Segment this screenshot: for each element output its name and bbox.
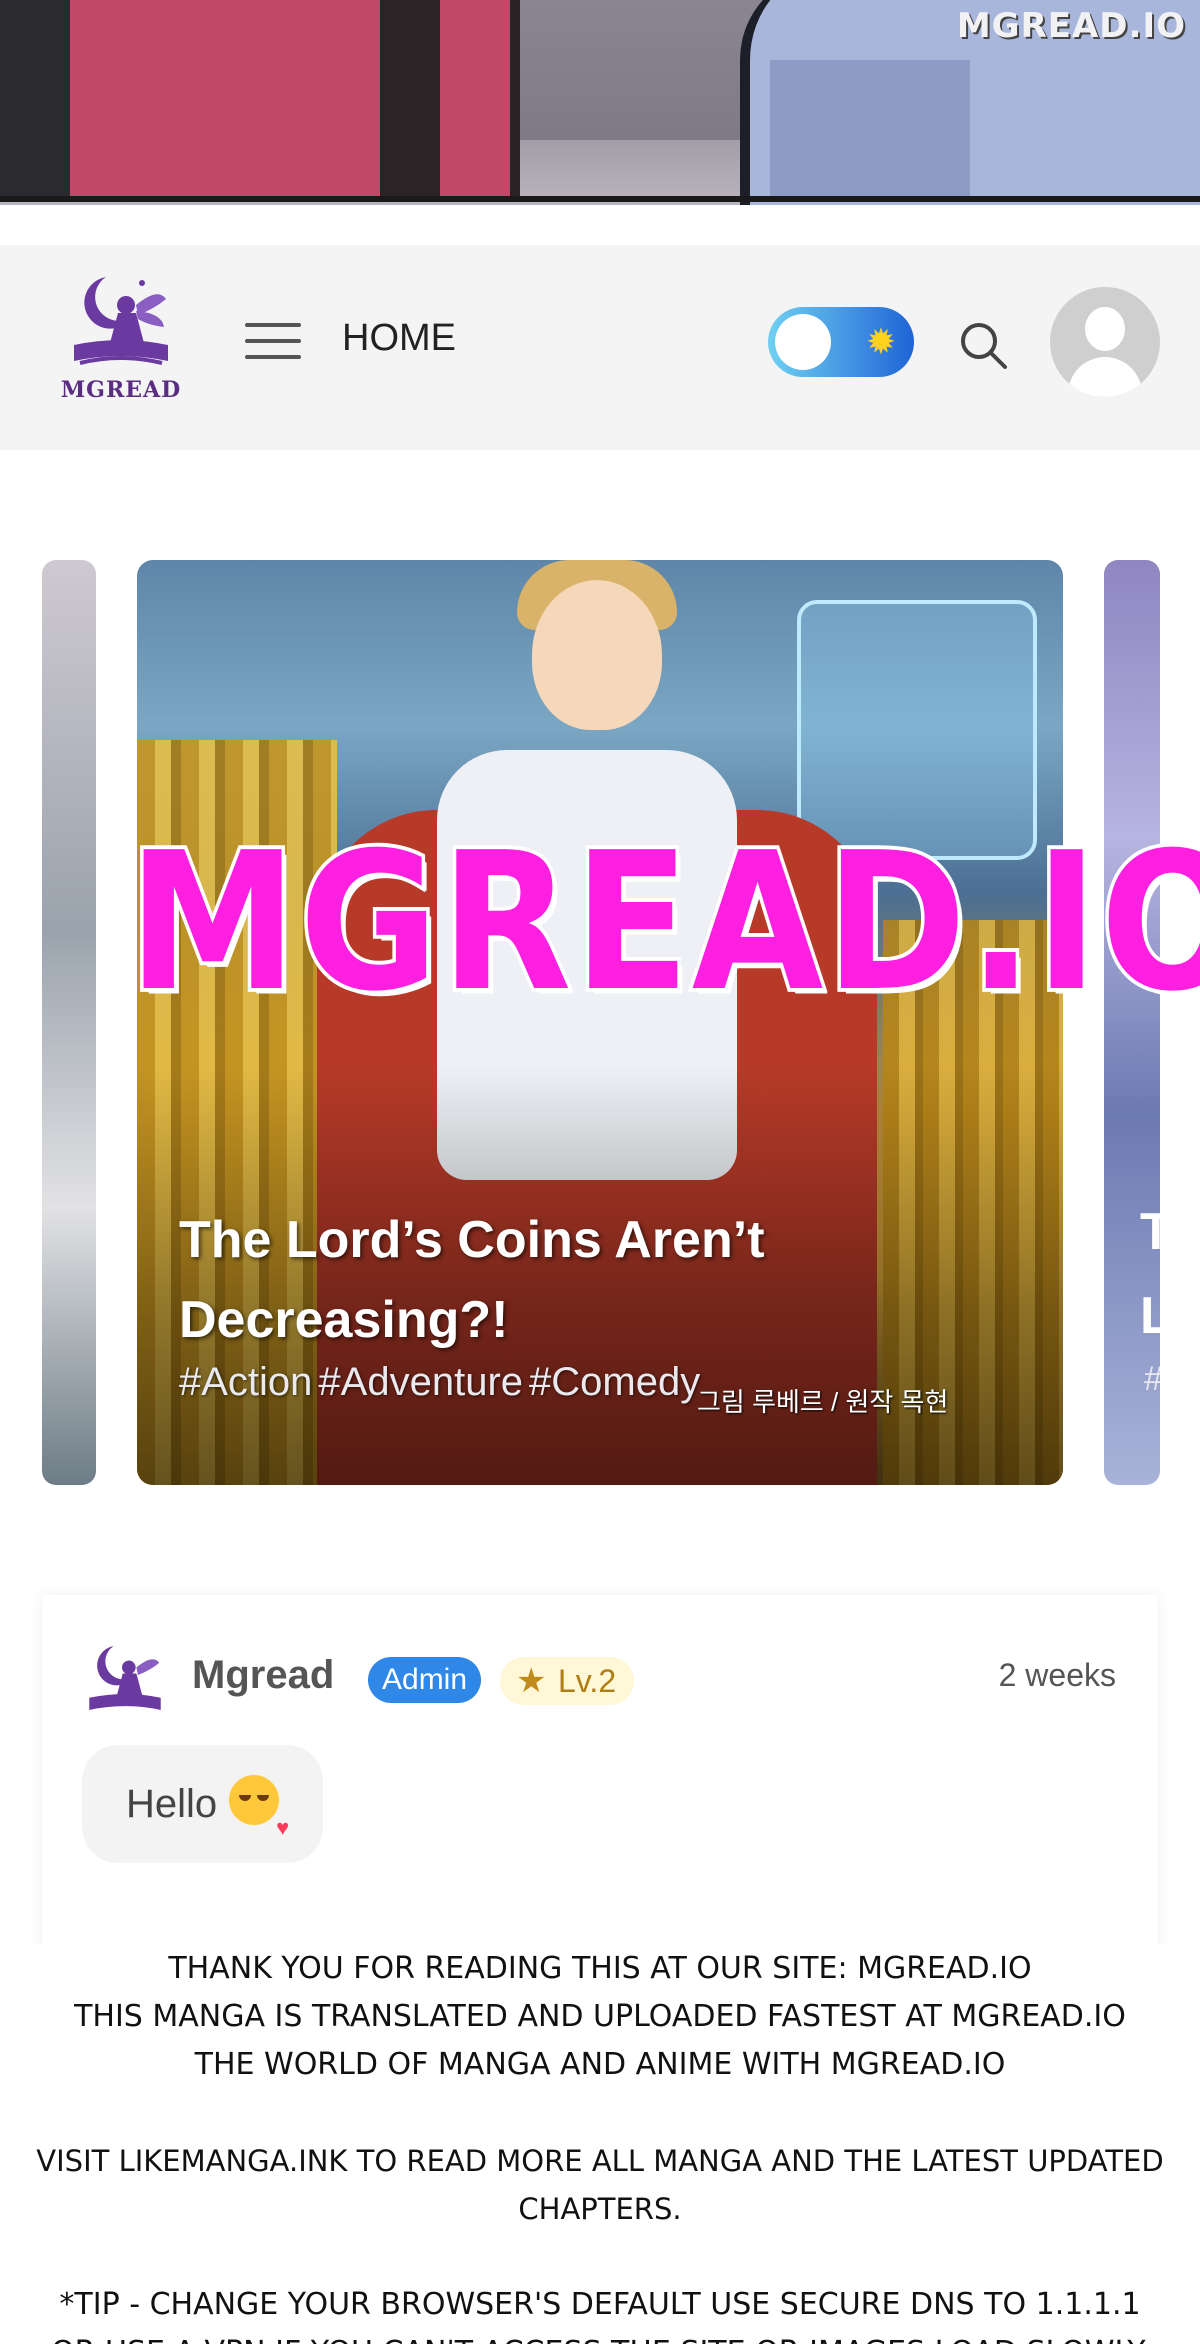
carousel-prev-card[interactable] — [42, 560, 96, 1485]
next-card-title-fragment: T L — [1140, 1203, 1160, 1345]
search-icon[interactable] — [955, 317, 1011, 373]
scanlation-notice: Thank you for reading this at our site: … — [0, 1945, 1200, 2344]
fairy-book-logo-icon — [74, 277, 168, 365]
comment-timestamp: 2 weeks — [998, 1657, 1116, 1693]
cover-credit: 그림 루베르 / 원작 목현 — [697, 1387, 949, 1417]
tag-adventure[interactable]: #Adventure — [318, 1360, 523, 1404]
notice-line-2: This manga is translated and uploaded fa… — [74, 1999, 1126, 2034]
tag-comedy[interactable]: #Comedy — [529, 1360, 700, 1404]
manga-title: The Lord’s Coins Aren’t Decreasing?! — [179, 1211, 765, 1349]
level-text: Lv.2 — [558, 1663, 617, 1699]
theme-toggle[interactable]: ✹ — [768, 307, 914, 377]
strip-watermark: MGREAD.IO — [956, 6, 1186, 46]
nav-home-link[interactable]: HOME — [342, 317, 456, 360]
commenter-name[interactable]: Mgread — [192, 1653, 334, 1698]
manga-tags: #Action #Adventure #Comedy — [179, 1360, 706, 1405]
comment-bubble: Hello ♥ — [82, 1745, 324, 1863]
hamburger-menu-icon[interactable] — [245, 323, 301, 367]
site-logo[interactable]: MGREAD — [46, 265, 196, 435]
manga-character-left — [0, 0, 520, 200]
toggle-knob — [775, 314, 831, 370]
next-card-tag-fragment: # — [1144, 1360, 1160, 1399]
logo-text: MGREAD — [60, 377, 182, 403]
comment-message: Hello — [126, 1782, 218, 1826]
notice-line-1: Thank you for reading this at our site: … — [168, 1951, 1032, 1986]
cover-character — [532, 580, 662, 730]
admin-badge: Admin — [368, 1657, 482, 1703]
commenter-avatar[interactable] — [82, 1637, 168, 1713]
level-badge: ★ Lv.2 — [500, 1657, 635, 1705]
fairy-book-logo-icon — [89, 1646, 161, 1710]
sun-icon: ✹ — [865, 321, 896, 362]
notice-line-5: *Tip - change your browser's default use… — [59, 2287, 1141, 2322]
site-watermark: MGREAD.IO — [125, 812, 1200, 1034]
star-icon: ★ — [516, 1662, 547, 1700]
manga-panel-strip: MGREAD.IO — [0, 0, 1200, 205]
tag-action[interactable]: #Action — [179, 1360, 312, 1404]
user-avatar-icon[interactable] — [1050, 287, 1160, 397]
site-header: MGREAD HOME ✹ — [0, 245, 1200, 450]
notice-line-3: The world of manga and anime with mgread… — [194, 2047, 1006, 2082]
comment-card: Mgread Admin ★ Lv.2 2 weeks Hello ♥ — [42, 1595, 1158, 1955]
notice-line-6: or use a VPN if you can't access the sit… — [0, 2329, 1200, 2344]
notice-line-4: Visit likemanga.ink to read more all man… — [36, 2144, 1164, 2226]
smiling-hearts-emoji-icon: ♥ — [229, 1775, 289, 1840]
